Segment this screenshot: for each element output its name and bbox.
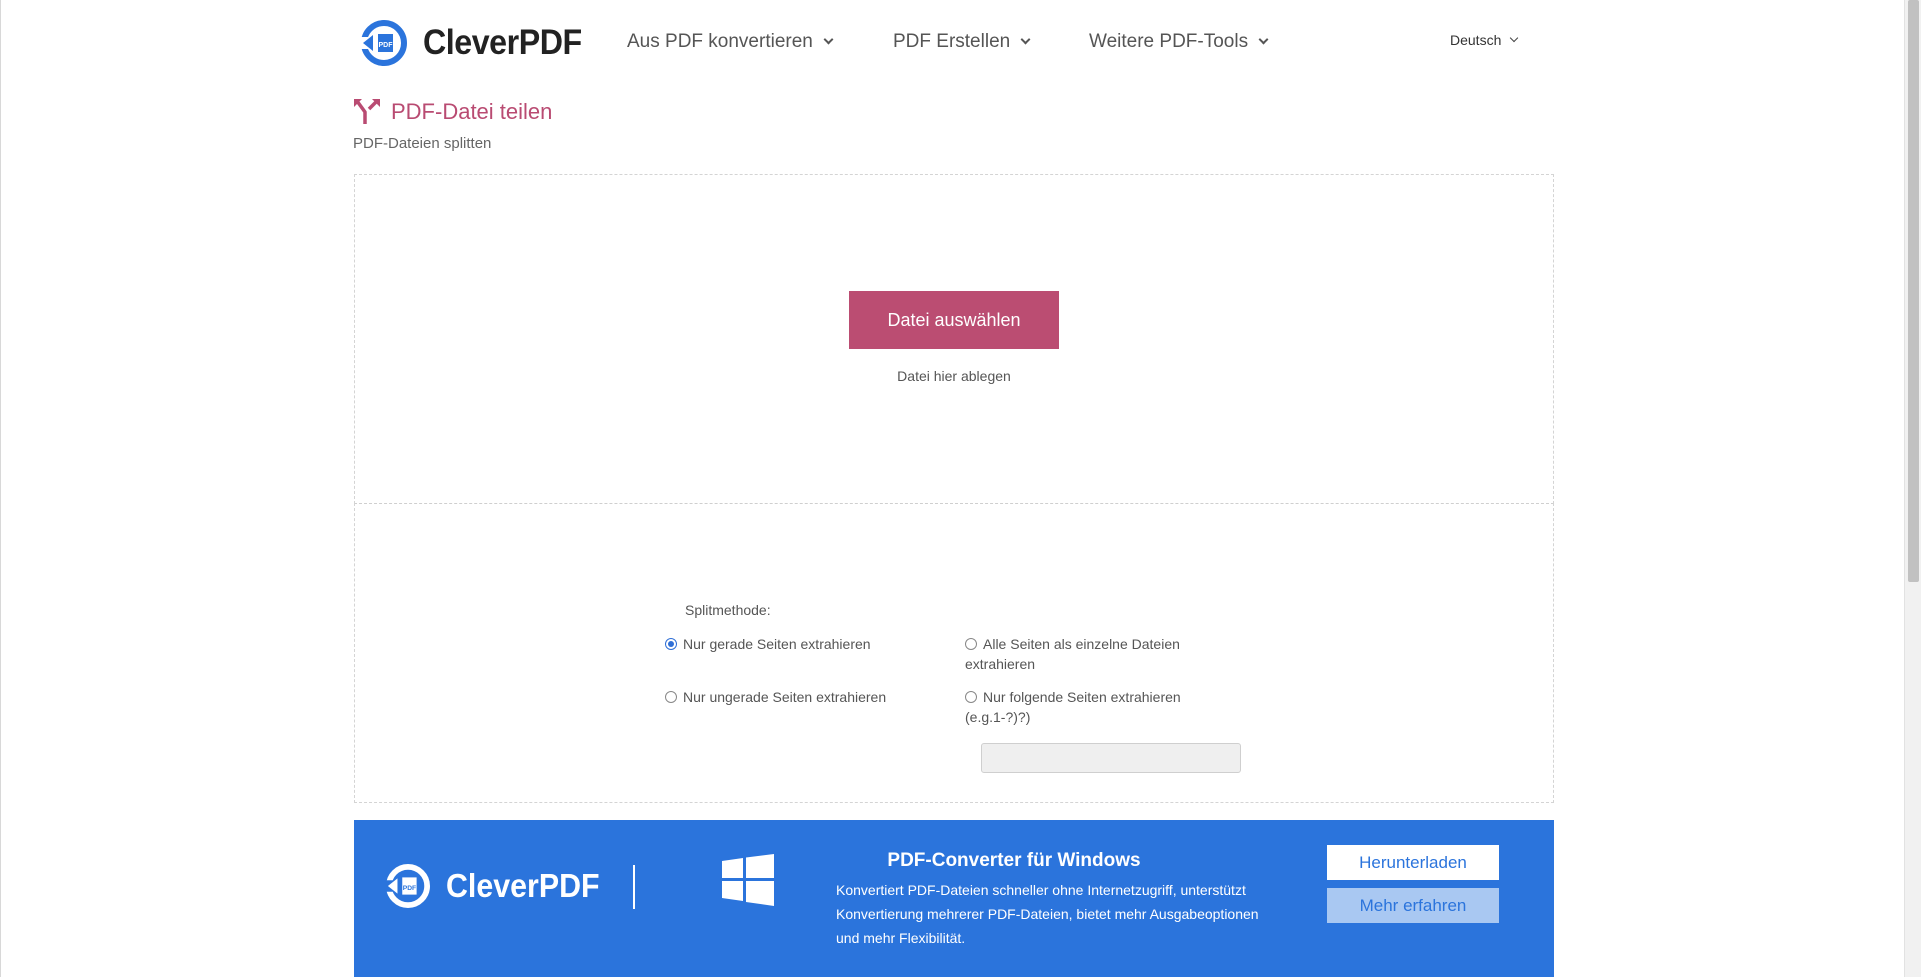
radio-label: Nur gerade Seiten extrahieren (683, 636, 871, 652)
radio-all-pages-single-files[interactable]: Alle Seiten als einzelne Dateien extrahi… (965, 634, 1215, 674)
radio-odd-pages[interactable]: Nur ungerade Seiten extrahieren (665, 687, 925, 707)
chevron-down-icon (1258, 34, 1269, 45)
nav-item-label: PDF Erstellen (893, 31, 1011, 52)
promo-logo-text: CleverPDF (446, 867, 600, 904)
windows-icon (722, 854, 774, 906)
download-button[interactable]: Herunterladen (1327, 845, 1499, 880)
windows-converter-promo: PDF CleverPDF PDF-Converter für Windows … (354, 820, 1554, 977)
split-options-panel: Splitmethode: Nur gerade Seiten extrahie… (354, 503, 1554, 803)
radio-selected-pages[interactable]: Nur folgende Seiten extrahieren (e.g.1-?… (965, 687, 1215, 727)
logo-text: CleverPDF (423, 23, 582, 62)
scrollbar-thumb[interactable] (1908, 0, 1919, 582)
page: PDF CleverPDF Aus PDF konvertieren PDF E… (0, 0, 1921, 977)
radio-label: Alle Seiten als einzelne Dateien extrahi… (965, 636, 1180, 672)
radio-dot[interactable] (665, 691, 677, 703)
page-title: PDF-Datei teilen (391, 99, 553, 124)
page-subtitle: PDF-Dateien splitten (353, 135, 492, 152)
choose-file-button[interactable]: Datei auswählen (849, 291, 1059, 349)
chevron-down-icon (1020, 34, 1031, 45)
promo-title: PDF-Converter für Windows (887, 850, 1141, 871)
nav-item-label: Weitere PDF-Tools (1089, 31, 1249, 52)
radio-label: Nur ungerade Seiten extrahieren (683, 689, 887, 705)
nav-item-aus-pdf-konvertieren[interactable]: Aus PDF konvertieren (627, 31, 834, 53)
upload-dropzone[interactable]: Datei auswählen Datei hier ablegen (354, 174, 1554, 504)
radio-even-pages[interactable]: Nur gerade Seiten extrahieren (665, 634, 925, 654)
radio-dot[interactable] (665, 638, 677, 650)
logo[interactable]: PDF CleverPDF (361, 18, 596, 68)
split-icon (354, 99, 380, 124)
promo-divider (633, 865, 635, 909)
promo-logo: PDF CleverPDF (386, 864, 613, 908)
language-label: Deutsch (1450, 32, 1502, 48)
vertical-scrollbar[interactable] (1904, 0, 1921, 977)
radio-dot[interactable] (965, 638, 977, 650)
radio-dot[interactable] (965, 691, 977, 703)
promo-description: Konvertiert PDF-Dateien schneller ohne I… (836, 882, 1259, 946)
drop-hint: Datei hier ablegen (897, 368, 1011, 384)
nav-item-pdf-erstellen[interactable]: PDF Erstellen (893, 31, 1031, 53)
cleverpdf-logo-icon: PDF (361, 20, 407, 66)
chevron-down-icon (1510, 33, 1519, 43)
nav-item-label: Aus PDF konvertieren (627, 31, 813, 52)
chevron-down-icon (823, 34, 834, 45)
svg-text:PDF: PDF (403, 885, 416, 892)
svg-text:PDF: PDF (379, 42, 394, 49)
title-row: PDF-Datei teilen (353, 98, 552, 126)
cleverpdf-logo-icon: PDF (386, 864, 430, 908)
header: PDF CleverPDF Aus PDF konvertieren PDF E… (361, 18, 1561, 68)
nav-item-weitere-pdf-tools[interactable]: Weitere PDF-Tools (1089, 31, 1269, 53)
split-method-label: Splitmethode: (685, 602, 771, 618)
language-selector[interactable]: Deutsch (1450, 32, 1519, 48)
radio-label: Nur folgende Seiten extrahieren (e.g.1-?… (965, 689, 1181, 725)
learn-more-button[interactable]: Mehr erfahren (1327, 888, 1499, 923)
page-range-input[interactable] (981, 743, 1241, 773)
